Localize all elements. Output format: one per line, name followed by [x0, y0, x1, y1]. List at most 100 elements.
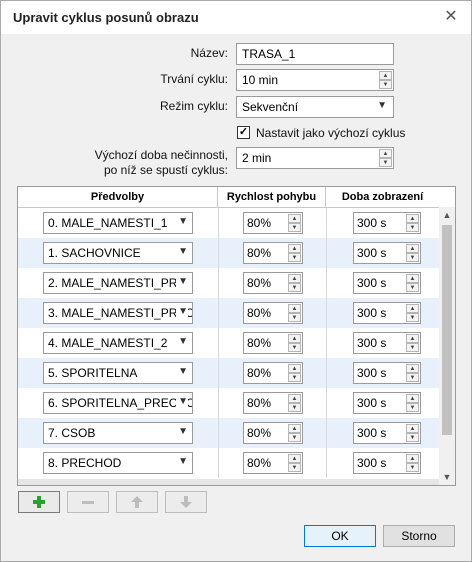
- default-checkbox[interactable]: ✓: [237, 126, 250, 139]
- display-time-spin[interactable]: ▲ ▼: [406, 454, 419, 472]
- spin-up-icon[interactable]: ▲: [379, 149, 392, 158]
- display-time-stepper[interactable]: 300 s ▲ ▼: [353, 332, 421, 354]
- horizontal-scrollbar[interactable]: [18, 479, 439, 485]
- spin-down-icon[interactable]: ▼: [288, 253, 301, 262]
- speed-stepper[interactable]: 80% ▲ ▼: [243, 422, 303, 444]
- header-preset[interactable]: Předvolby: [18, 187, 218, 207]
- duration-stepper[interactable]: 10 min ▲ ▼: [236, 69, 394, 91]
- spin-down-icon[interactable]: ▼: [288, 373, 301, 382]
- scroll-down-icon[interactable]: ▼: [439, 469, 455, 485]
- idle-stepper[interactable]: 2 min ▲ ▼: [236, 147, 394, 169]
- spin-up-icon[interactable]: ▲: [288, 364, 301, 373]
- speed-stepper[interactable]: 80% ▲ ▼: [243, 392, 303, 414]
- spin-down-icon[interactable]: ▼: [406, 433, 419, 442]
- spin-up-icon[interactable]: ▲: [379, 71, 392, 80]
- spin-down-icon[interactable]: ▼: [379, 80, 392, 89]
- spin-down-icon[interactable]: ▼: [288, 433, 301, 442]
- spin-up-icon[interactable]: ▲: [288, 214, 301, 223]
- speed-stepper[interactable]: 80% ▲ ▼: [243, 332, 303, 354]
- spin-down-icon[interactable]: ▼: [406, 283, 419, 292]
- spin-down-icon[interactable]: ▼: [406, 253, 419, 262]
- spin-down-icon[interactable]: ▼: [406, 403, 419, 412]
- idle-spin[interactable]: ▲ ▼: [379, 149, 392, 167]
- speed-spin[interactable]: ▲ ▼: [288, 394, 301, 412]
- spin-up-icon[interactable]: ▲: [288, 394, 301, 403]
- preset-select[interactable]: 1. SACHOVNICE ▼: [43, 242, 193, 264]
- name-input[interactable]: TRASA_1: [236, 43, 394, 65]
- speed-spin[interactable]: ▲ ▼: [288, 334, 301, 352]
- display-time-spin[interactable]: ▲ ▼: [406, 424, 419, 442]
- display-time-stepper[interactable]: 300 s ▲ ▼: [353, 302, 421, 324]
- display-time-spin[interactable]: ▲ ▼: [406, 274, 419, 292]
- speed-stepper[interactable]: 80% ▲ ▼: [243, 242, 303, 264]
- spin-up-icon[interactable]: ▲: [288, 454, 301, 463]
- speed-spin[interactable]: ▲ ▼: [288, 244, 301, 262]
- spin-up-icon[interactable]: ▲: [406, 274, 419, 283]
- spin-up-icon[interactable]: ▲: [288, 244, 301, 253]
- speed-stepper[interactable]: 80% ▲ ▼: [243, 212, 303, 234]
- display-time-stepper[interactable]: 300 s ▲ ▼: [353, 452, 421, 474]
- display-time-spin[interactable]: ▲ ▼: [406, 214, 419, 232]
- spin-down-icon[interactable]: ▼: [288, 283, 301, 292]
- mode-select[interactable]: Sekvenční ▼: [236, 96, 394, 118]
- move-up-button[interactable]: [116, 491, 158, 513]
- spin-up-icon[interactable]: ▲: [406, 394, 419, 403]
- add-button[interactable]: [18, 491, 60, 513]
- spin-up-icon[interactable]: ▲: [406, 214, 419, 223]
- remove-button[interactable]: [67, 491, 109, 513]
- speed-spin[interactable]: ▲ ▼: [288, 214, 301, 232]
- display-time-stepper[interactable]: 300 s ▲ ▼: [353, 362, 421, 384]
- preset-select[interactable]: 0. MALE_NAMESTI_1 ▼: [43, 212, 193, 234]
- spin-up-icon[interactable]: ▲: [406, 424, 419, 433]
- display-time-stepper[interactable]: 300 s ▲ ▼: [353, 212, 421, 234]
- display-time-stepper[interactable]: 300 s ▲ ▼: [353, 392, 421, 414]
- header-display[interactable]: Doba zobrazení: [326, 187, 439, 207]
- preset-select[interactable]: 6. SPORITELNA_PRECHC ▼: [43, 392, 193, 414]
- spin-up-icon[interactable]: ▲: [406, 364, 419, 373]
- preset-select[interactable]: 4. MALE_NAMESTI_2 ▼: [43, 332, 193, 354]
- spin-down-icon[interactable]: ▼: [288, 463, 301, 472]
- spin-up-icon[interactable]: ▲: [406, 454, 419, 463]
- display-time-spin[interactable]: ▲ ▼: [406, 394, 419, 412]
- ok-button[interactable]: OK: [304, 525, 376, 547]
- spin-down-icon[interactable]: ▼: [288, 223, 301, 232]
- speed-stepper[interactable]: 80% ▲ ▼: [243, 272, 303, 294]
- preset-select[interactable]: 2. MALE_NAMESTI_PRU ▼: [43, 272, 193, 294]
- move-down-button[interactable]: [165, 491, 207, 513]
- display-time-stepper[interactable]: 300 s ▲ ▼: [353, 272, 421, 294]
- cancel-button[interactable]: Storno: [383, 525, 455, 547]
- spin-down-icon[interactable]: ▼: [406, 373, 419, 382]
- spin-up-icon[interactable]: ▲: [406, 244, 419, 253]
- spin-down-icon[interactable]: ▼: [288, 343, 301, 352]
- spin-up-icon[interactable]: ▲: [288, 304, 301, 313]
- spin-down-icon[interactable]: ▼: [406, 343, 419, 352]
- header-speed[interactable]: Rychlost pohybu: [218, 187, 326, 207]
- spin-up-icon[interactable]: ▲: [406, 334, 419, 343]
- spin-down-icon[interactable]: ▼: [406, 463, 419, 472]
- speed-spin[interactable]: ▲ ▼: [288, 454, 301, 472]
- preset-select[interactable]: 7. CSOB ▼: [43, 422, 193, 444]
- display-time-spin[interactable]: ▲ ▼: [406, 334, 419, 352]
- scroll-thumb[interactable]: [442, 225, 452, 435]
- display-time-stepper[interactable]: 300 s ▲ ▼: [353, 422, 421, 444]
- display-time-spin[interactable]: ▲ ▼: [406, 364, 419, 382]
- speed-spin[interactable]: ▲ ▼: [288, 424, 301, 442]
- preset-select[interactable]: 5. SPORITELNA ▼: [43, 362, 193, 384]
- spin-down-icon[interactable]: ▼: [406, 223, 419, 232]
- speed-spin[interactable]: ▲ ▼: [288, 364, 301, 382]
- preset-select[interactable]: 3. MALE_NAMESTI_PREC ▼: [43, 302, 193, 324]
- spin-up-icon[interactable]: ▲: [288, 334, 301, 343]
- display-time-stepper[interactable]: 300 s ▲ ▼: [353, 242, 421, 264]
- spin-down-icon[interactable]: ▼: [288, 313, 301, 322]
- spin-down-icon[interactable]: ▼: [379, 158, 392, 167]
- preset-select[interactable]: 8. PRECHOD ▼: [43, 452, 193, 474]
- spin-up-icon[interactable]: ▲: [288, 274, 301, 283]
- scroll-up-icon[interactable]: ▲: [439, 207, 455, 223]
- speed-stepper[interactable]: 80% ▲ ▼: [243, 302, 303, 324]
- vertical-scrollbar[interactable]: ▲ ▼: [439, 207, 455, 485]
- spin-down-icon[interactable]: ▼: [406, 313, 419, 322]
- speed-stepper[interactable]: 80% ▲ ▼: [243, 362, 303, 384]
- speed-spin[interactable]: ▲ ▼: [288, 304, 301, 322]
- duration-spin[interactable]: ▲ ▼: [379, 71, 392, 89]
- speed-stepper[interactable]: 80% ▲ ▼: [243, 452, 303, 474]
